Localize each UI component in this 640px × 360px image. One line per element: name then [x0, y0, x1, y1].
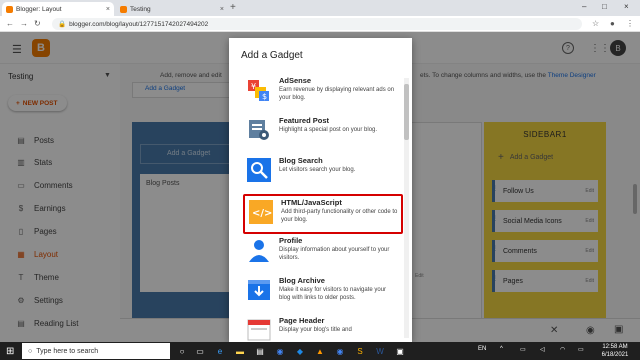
- blogger-favicon-icon: [120, 5, 127, 13]
- tab-title: Blogger: Layout: [16, 5, 62, 13]
- forward-button[interactable]: →: [20, 19, 28, 28]
- profile-icon[interactable]: ●: [610, 19, 615, 28]
- gadget-name: Featured Post: [279, 116, 330, 125]
- clock-date: 6/18/2021: [601, 352, 629, 358]
- gadget-description: Display information about yourself to yo…: [279, 247, 390, 261]
- app-icon[interactable]: ▣: [394, 345, 406, 357]
- file-explorer-icon[interactable]: ▬: [234, 345, 246, 357]
- featured-post-icon: [247, 118, 271, 142]
- task-view-icon[interactable]: ▭: [194, 345, 206, 357]
- minimize-button[interactable]: –: [582, 2, 586, 11]
- word-icon[interactable]: W: [374, 345, 386, 357]
- gadget-name: Profile: [279, 236, 303, 245]
- back-button[interactable]: ←: [6, 19, 14, 28]
- snagit-icon[interactable]: S: [354, 345, 366, 357]
- chrome-icon[interactable]: ◉: [274, 345, 286, 357]
- volume-icon[interactable]: ◁: [540, 346, 545, 353]
- close-window-button[interactable]: ×: [624, 2, 629, 11]
- profile-icon: [247, 238, 271, 262]
- system-clock[interactable]: 12:58 AM 6/18/2021: [596, 343, 634, 359]
- gadget-option-blog-archive[interactable]: Blog Archive Make it easy for visitors t…: [243, 274, 403, 314]
- svg-text:¥: ¥: [251, 82, 256, 91]
- star-icon[interactable]: ☆: [592, 19, 599, 28]
- gadget-description: Let visitors search your blog.: [279, 167, 356, 173]
- blogger-favicon-icon: [6, 5, 13, 13]
- gadget-option-featured-post[interactable]: Featured Post Highlight a special post o…: [243, 114, 403, 154]
- tab-blogger-layout[interactable]: Blogger: Layout ×: [2, 2, 114, 16]
- chrome-icon[interactable]: ◉: [334, 345, 346, 357]
- url-text: blogger.com/blog/layout/1277151742027494…: [69, 20, 209, 28]
- adsense-icon: ¥ $: [247, 78, 271, 102]
- url-input[interactable]: 🔒 blogger.com/blog/layout/12771517420274…: [52, 18, 582, 30]
- dialog-scrollbar[interactable]: [404, 78, 409, 338]
- gadget-description: Display your blog's title and: [279, 327, 352, 333]
- svg-text:$: $: [262, 92, 267, 101]
- gadget-option-html-javascript[interactable]: </> HTML/JavaScript Add third-party func…: [243, 194, 403, 234]
- tab-testing[interactable]: Testing ×: [116, 2, 228, 16]
- wifi-icon[interactable]: ◠: [560, 346, 565, 353]
- gadget-name: AdSense: [279, 76, 312, 85]
- store-icon[interactable]: ▤: [254, 345, 266, 357]
- page-header-icon: [247, 318, 271, 342]
- gadget-option-page-header[interactable]: Page Header Display your blog's title an…: [243, 314, 403, 342]
- network-icon[interactable]: ▭: [520, 346, 526, 353]
- cortana-icon[interactable]: ○: [176, 345, 188, 357]
- taskbar-search-input[interactable]: ○ Type here to search: [22, 343, 170, 359]
- maximize-button[interactable]: □: [602, 2, 607, 11]
- blog-search-icon: [247, 158, 271, 182]
- vlc-icon[interactable]: ▲: [314, 345, 326, 357]
- gadget-list: ¥ $ AdSense Earn revenue by displaying re…: [229, 72, 412, 342]
- app-icon[interactable]: ◆: [294, 345, 306, 357]
- menu-icon[interactable]: ⋮: [626, 19, 634, 28]
- gadget-description: Add third-party functionality or other c…: [281, 209, 398, 223]
- gadget-name: HTML/JavaScript: [281, 198, 342, 207]
- tray-up-icon[interactable]: ^: [500, 346, 503, 352]
- gadget-option-adsense[interactable]: ¥ $ AdSense Earn revenue by displaying re…: [243, 74, 403, 114]
- gadget-option-profile[interactable]: Profile Display information about yourse…: [243, 234, 403, 274]
- add-gadget-dialog: Add a Gadget ¥ $ AdSense Earn revenue by …: [229, 38, 412, 342]
- html-javascript-icon: </>: [249, 200, 273, 224]
- gadget-description: Highlight a special post on your blog.: [279, 127, 378, 133]
- dialog-title: Add a Gadget: [241, 50, 303, 61]
- screen: Blogger: Layout × Testing × + – □ × ← → …: [0, 0, 640, 360]
- gadget-name: Blog Search: [279, 156, 323, 165]
- gadget-name: Page Header: [279, 316, 325, 325]
- reload-button[interactable]: ↻: [34, 19, 41, 28]
- lock-icon: 🔒: [58, 21, 67, 28]
- battery-icon[interactable]: ▭: [578, 346, 584, 353]
- clock-time: 12:58 AM: [602, 344, 628, 350]
- svg-text:</>: </>: [252, 208, 272, 219]
- search-icon: ○: [28, 347, 33, 355]
- address-bar: ← → ↻ 🔒 blogger.com/blog/layout/12771517…: [0, 16, 640, 32]
- windows-taskbar: ⊞ ○ Type here to search ○ ▭ e ▬ ▤ ◉ ◆ ▲ …: [0, 342, 640, 360]
- gadget-name: Blog Archive: [279, 276, 325, 285]
- language-indicator[interactable]: EN: [478, 346, 486, 352]
- gadget-description: Make it easy for visitors to navigate yo…: [279, 287, 387, 301]
- edge-icon[interactable]: e: [214, 345, 226, 357]
- blog-archive-icon: [247, 278, 271, 302]
- gadget-option-blog-search[interactable]: Blog Search Let visitors search your blo…: [243, 154, 403, 194]
- gadget-description: Earn revenue by displaying relevant ads …: [279, 87, 395, 101]
- new-tab-button[interactable]: +: [230, 2, 236, 13]
- browser-tab-strip: Blogger: Layout × Testing × + – □ ×: [0, 0, 640, 16]
- tab-title: Testing: [130, 5, 151, 13]
- dialog-scrollbar-thumb[interactable]: [404, 84, 409, 140]
- tab-close-icon[interactable]: ×: [220, 6, 224, 13]
- windows-start-icon[interactable]: ⊞: [6, 346, 14, 357]
- tab-close-icon[interactable]: ×: [106, 6, 110, 13]
- search-placeholder: Type here to search: [36, 347, 99, 355]
